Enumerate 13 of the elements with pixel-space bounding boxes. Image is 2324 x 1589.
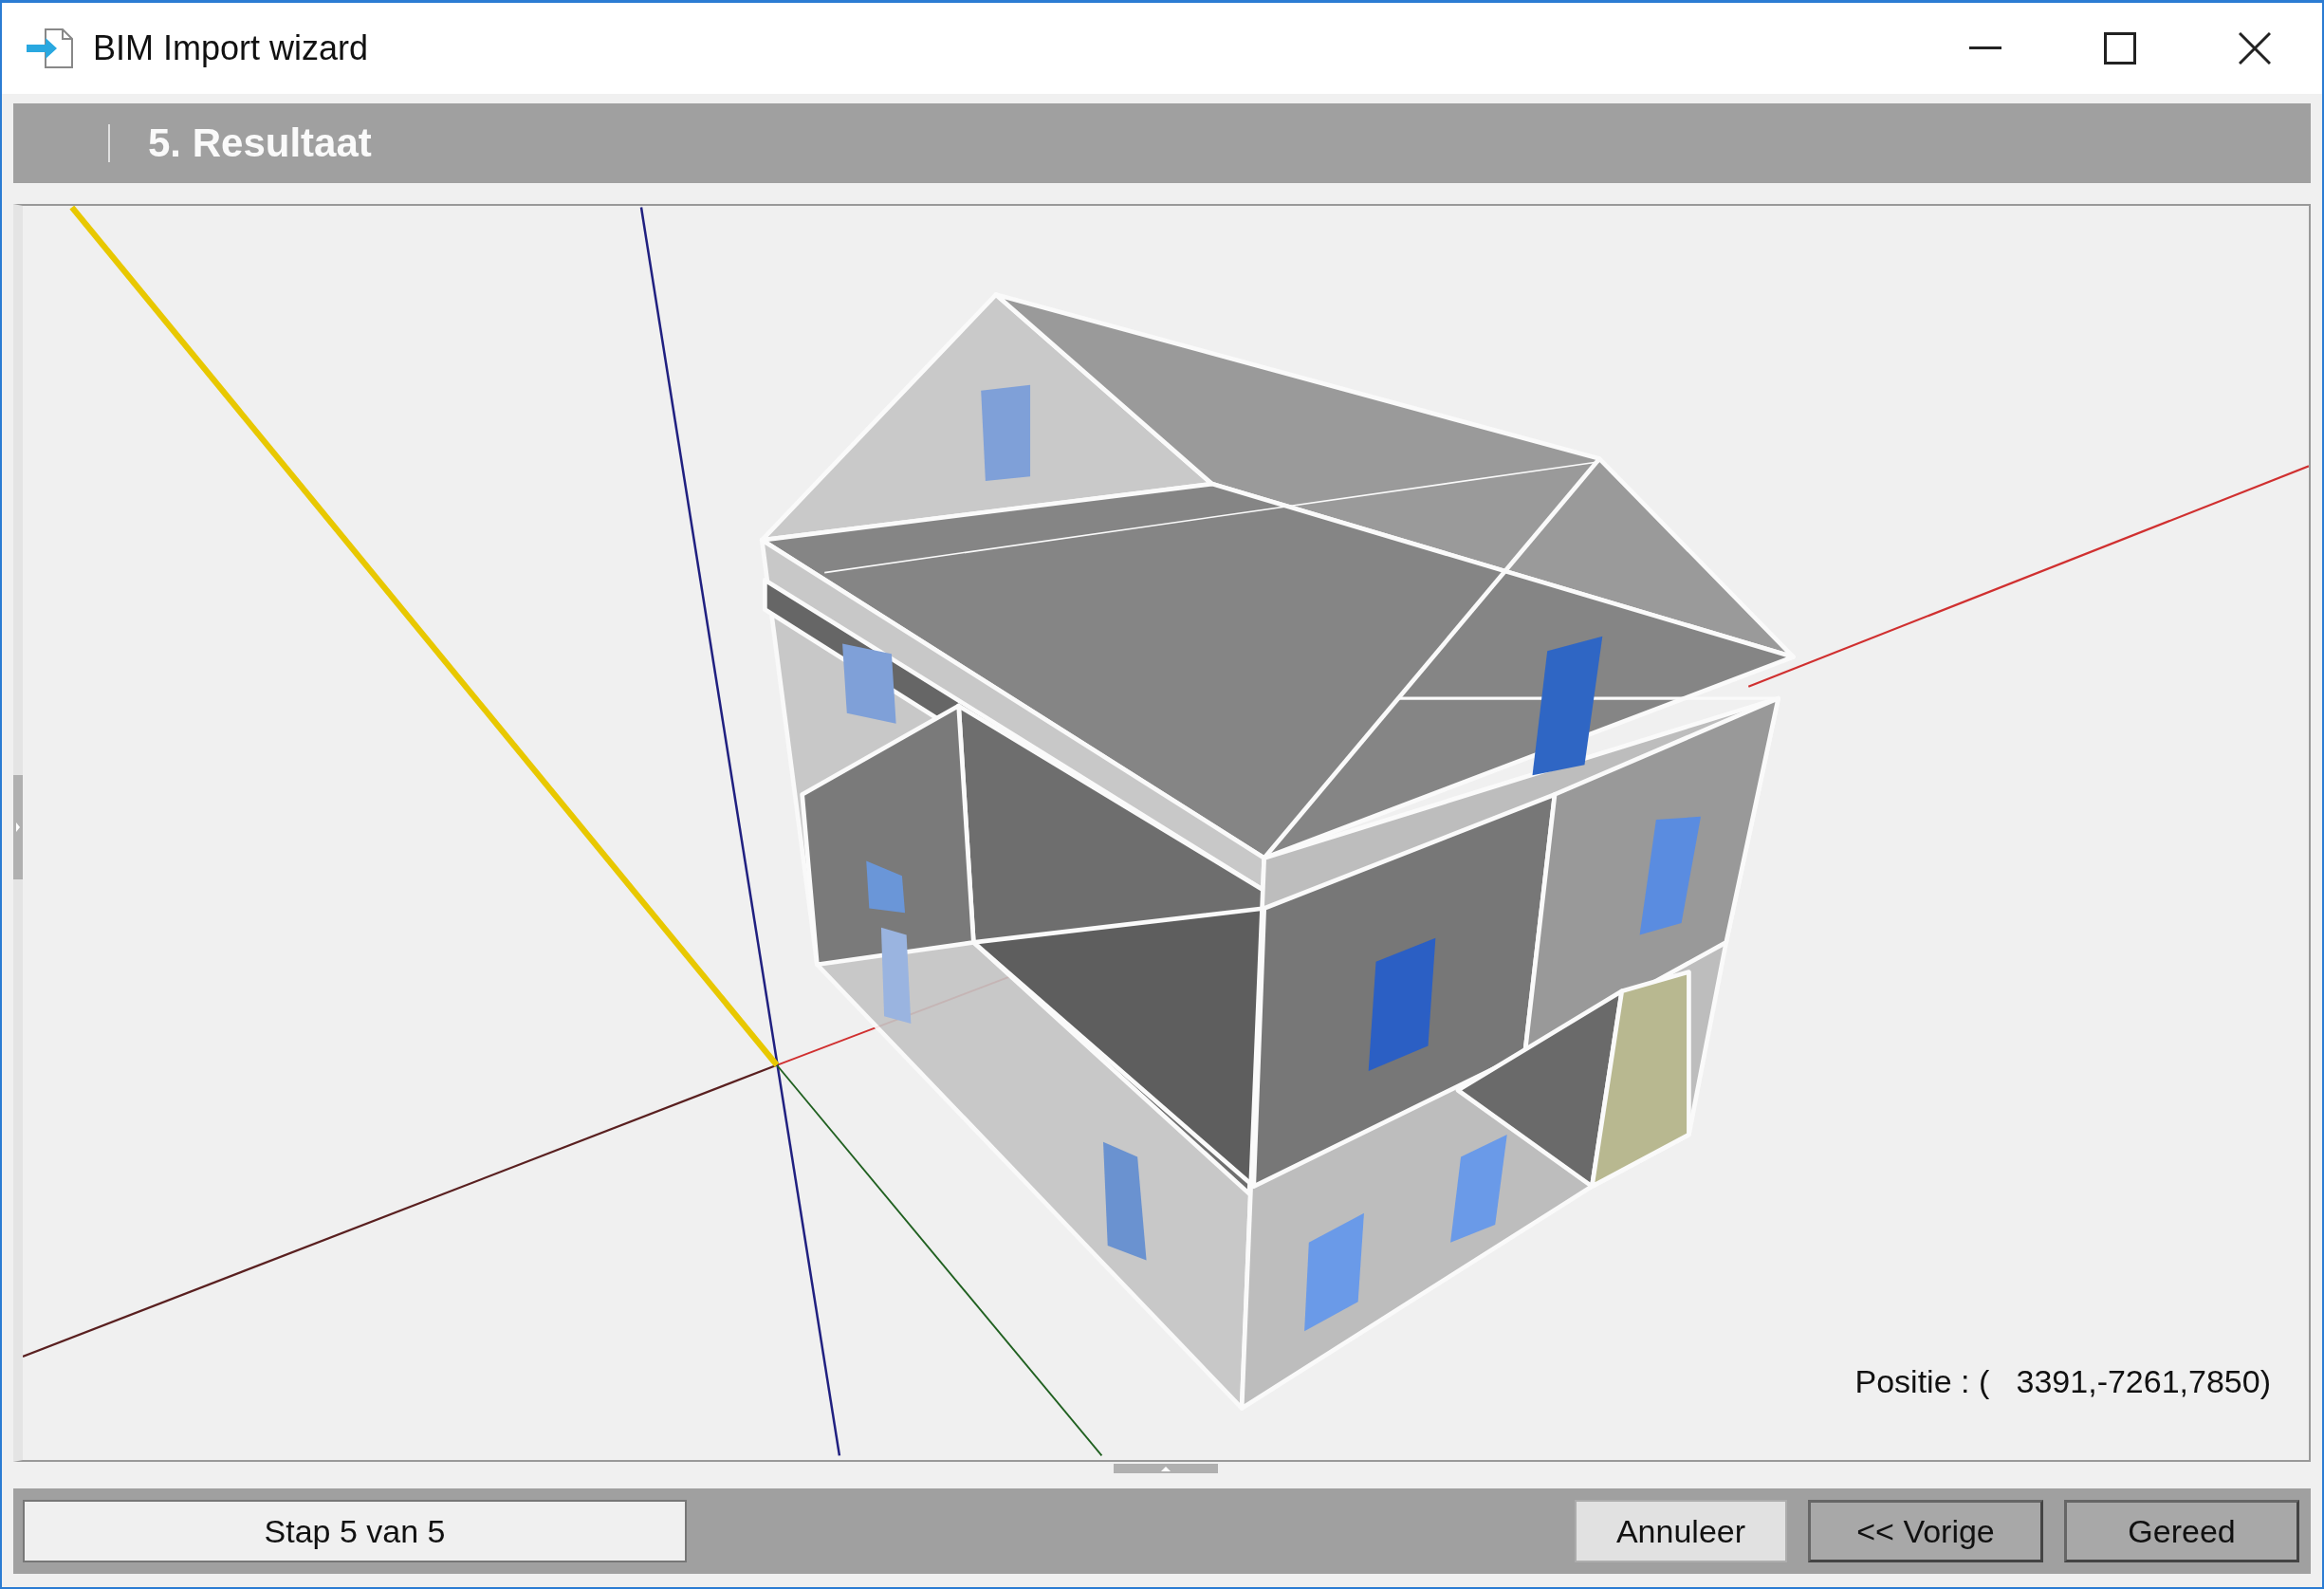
step-title: 5. Resultaat <box>148 120 372 166</box>
wizard-button[interactable]: << Vorige <box>1808 1500 2043 1562</box>
maximize-icon <box>2104 32 2136 65</box>
wizard-button[interactable]: Annuleer <box>1575 1500 1787 1562</box>
splitter-handle-icon[interactable] <box>13 775 23 879</box>
import-file-icon <box>25 28 76 69</box>
window-title: BIM Import wizard <box>93 28 370 68</box>
close-icon <box>2239 32 2271 65</box>
splitter-handle-icon[interactable] <box>1114 1464 1218 1473</box>
position-readout: Positie : ( 3391,-7261,7850) <box>1854 1363 2271 1400</box>
minimize-icon <box>1969 46 2001 50</box>
step-indicator: Stap 5 van 5 <box>23 1500 687 1562</box>
wizard-button[interactable]: Gereed <box>2064 1500 2299 1562</box>
